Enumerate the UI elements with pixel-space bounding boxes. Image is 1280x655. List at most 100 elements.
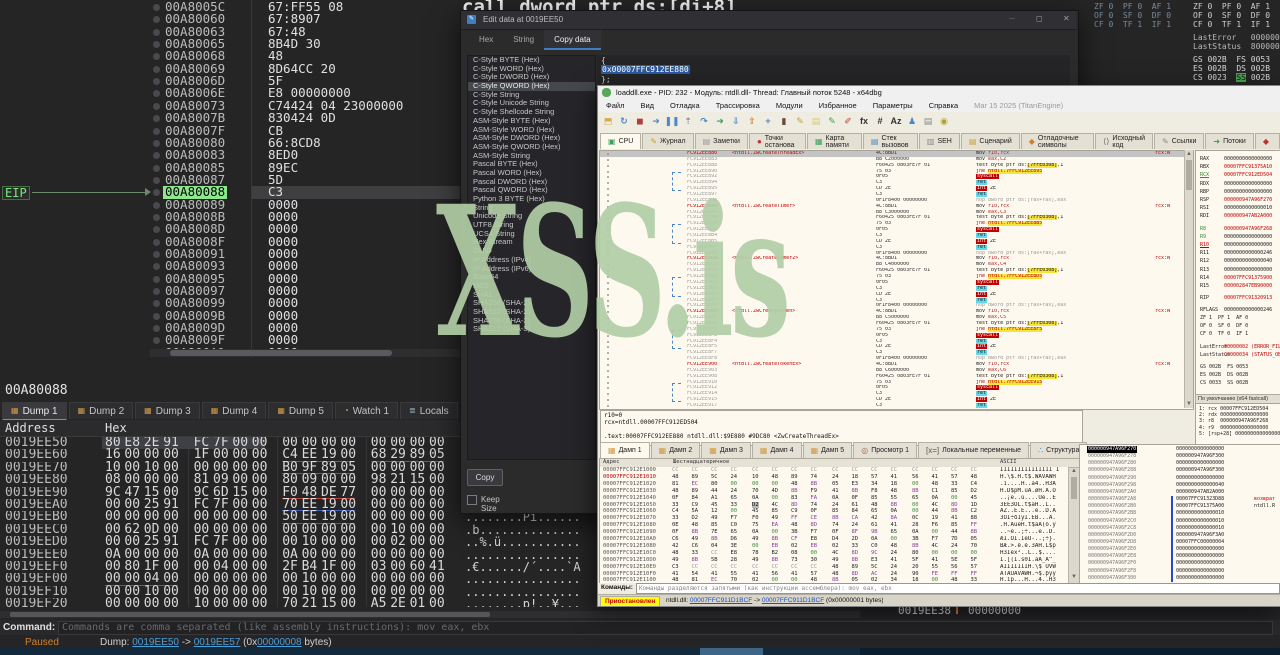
bg-tab-dump-4[interactable]: ▦Dump 4 [202, 402, 267, 419]
breakpoint-dot[interactable] [607, 288, 609, 290]
x64-tab-карта-памяти[interactable]: ▦Карта памяти [807, 133, 862, 149]
dump-row[interactable]: 00007FFC912E10B042C6043E00EB02EB0233C048… [600, 543, 1069, 550]
stack-row[interactable]: 000000947A96F2D800007FFC00000004 [1080, 539, 1280, 546]
breakpoint-dot[interactable] [153, 66, 160, 73]
toolbar-icon[interactable]: ❚❚ [665, 114, 679, 128]
toolbar-icon[interactable]: ◉ [937, 114, 951, 128]
stack-row[interactable]: 000000947A96F2700000000000000000 [1080, 446, 1280, 453]
bg-tab-locals[interactable]: ≣Locals [400, 402, 458, 419]
dump-row[interactable]: 00007FFC912E1060C45A12004585C90F8584650A… [600, 508, 1069, 515]
menu-модули[interactable]: Модули [768, 99, 811, 112]
breakpoint-dot[interactable] [153, 165, 160, 172]
breakpoint-dot[interactable] [153, 325, 160, 332]
x64-tab-ссылки[interactable]: ✎Ссылки [1154, 133, 1204, 149]
x64-tab-отладочные-символы[interactable]: ◆Отладочные символы [1021, 133, 1094, 149]
breakpoint-dot[interactable] [153, 239, 160, 246]
breakpoint-dot[interactable] [607, 241, 609, 243]
toolbar-icon[interactable]: ✎ [793, 114, 807, 128]
breakpoint-dot[interactable] [153, 115, 160, 122]
dump-hscrollbar[interactable] [0, 611, 860, 618]
breakpoint-dot[interactable] [607, 165, 609, 167]
x64-tab-cpu[interactable]: ▣CPU [600, 133, 641, 149]
breakpoint-dot[interactable] [607, 376, 609, 378]
menu-файл[interactable]: Файл [598, 99, 632, 112]
breakpoint-dot[interactable] [153, 300, 160, 307]
dump-pane[interactable]: 00007FFC912E1000CCCCCCCCCCCCCCCCCCCCCCCC… [599, 467, 1070, 584]
stack-row[interactable]: 000000947A96F288000000947A96F300 [1080, 467, 1280, 474]
toolbar-icon[interactable]: fx [857, 114, 871, 128]
stack-pane[interactable]: 000000947A96F270000000000000000000000094… [1079, 444, 1280, 585]
toolbar-icon[interactable]: ✐ [841, 114, 855, 128]
registers-pane[interactable]: RAX0000000000000000RBX00007FFC91375A10RC… [1195, 150, 1280, 396]
stack-row[interactable]: 000000947A96F2A0000000947AB2A000 [1080, 489, 1280, 496]
breakpoint-dot[interactable] [153, 214, 160, 221]
breakpoint-dot[interactable] [153, 140, 160, 147]
breakpoint-dot[interactable] [153, 202, 160, 209]
dump-row[interactable]: 00007FFC912E10900F8B7E650A003BF70F8F9B65… [600, 529, 1069, 536]
breakpoint-dot[interactable] [153, 16, 160, 23]
x64-tab-точки-останова[interactable]: ●Точки останова [749, 133, 806, 149]
bg-tab-dump-5[interactable]: ▦Dump 5 [268, 402, 333, 419]
breakpoint-dot[interactable] [607, 387, 609, 389]
stack-row[interactable]: 000000947A96F2E00000000000000000 [1080, 546, 1280, 553]
x64-dump-tab-дамп-4[interactable]: ▦Дамп 4 [752, 442, 802, 458]
x64-tab-icon[interactable]: ◆ [1255, 133, 1280, 149]
stack-row[interactable]: 000000947A96F278000000947A96F300 [1080, 453, 1280, 460]
disasm-vscrollbar[interactable]: ▲ ▼ [1184, 150, 1193, 408]
dump-row[interactable]: 00007FFC912E105033C94533D24C8D742461488B… [600, 502, 1069, 509]
toolbar-icon[interactable]: + [761, 114, 775, 128]
bg-tab-watch-1[interactable]: ◔Watch 1 [335, 402, 398, 419]
x64-dump-tab-просмотр-1[interactable]: ◎Просмотр 1 [853, 442, 917, 458]
dump-row[interactable]: 00007FFC912E1000CCCCCCCCCCCCCCCCCCCCCCCC… [600, 467, 1069, 474]
breakpoint-dot[interactable] [153, 263, 160, 270]
dialog-tab-hex[interactable]: Hex [469, 30, 503, 48]
stack-row[interactable]: 000000947A96F2800000000000000000 [1080, 460, 1280, 467]
breakpoint-dot[interactable] [607, 159, 609, 161]
breakpoint-dot[interactable] [607, 352, 609, 354]
breakpoint-dot[interactable] [607, 229, 609, 231]
status-link[interactable]: 00000008 [257, 637, 302, 648]
breakpoint-dot[interactable] [153, 78, 160, 85]
breakpoint-dot[interactable] [607, 382, 609, 384]
menu-вид[interactable]: Вид [632, 99, 662, 112]
x64-tab-потоки[interactable]: ➜Потоки [1205, 133, 1253, 149]
dump-row[interactable]: 00007FFC912E10F04154415541564157488DAC24… [600, 571, 1069, 578]
x64-dump-tab-дамп-5[interactable]: ▦Дамп 5 [803, 442, 853, 458]
toolbar-icon[interactable]: ⇩ [729, 114, 743, 128]
stack-row[interactable]: 000000947A96F2F80000000000000000 [1080, 568, 1280, 575]
x64-tab-seh[interactable]: ▥SEH [919, 133, 960, 149]
toolbar-icon[interactable]: ➜ [649, 114, 663, 128]
breakpoint-dot[interactable] [607, 317, 609, 319]
menu-отладка[interactable]: Отладка [662, 99, 708, 112]
breakpoint-dot[interactable] [607, 311, 609, 313]
toolbar-icon[interactable]: ⬒ [601, 114, 615, 128]
toolbar-icon[interactable]: ♟ [905, 114, 919, 128]
dump-row[interactable]: 00007FFC912E10A0C6498BD6498BCFE8D42D0A00… [600, 536, 1069, 543]
breakpoint-dot[interactable] [153, 4, 160, 11]
breakpoint-dot[interactable] [607, 329, 609, 331]
breakpoint-dot[interactable] [607, 253, 609, 255]
toolbar-icon[interactable]: # [873, 114, 887, 128]
breakpoint-dot[interactable] [607, 305, 609, 307]
dialog-tab-string[interactable]: String [503, 30, 544, 48]
menu-избранное[interactable]: Избранное [811, 99, 865, 112]
stack-row[interactable]: 000000947A96F3000000000000000000 [1080, 575, 1280, 582]
dump-row[interactable]: 00007FFC912E10C04833CCE878B208004C8D9C24… [600, 550, 1069, 557]
stack-row[interactable]: 000000947A96F2B80000000000000010 [1080, 510, 1280, 517]
status-link[interactable]: 0019EE50 [132, 637, 179, 648]
stack-row[interactable]: 000000947A96F2A800007FFC91323D88возврат [1080, 496, 1280, 503]
breakpoint-dot[interactable] [607, 194, 609, 196]
minimize-icon[interactable]: ─ [1009, 14, 1015, 23]
x64-tab-журнал[interactable]: ✎Журнал [642, 133, 693, 149]
breakpoint-dot[interactable] [153, 288, 160, 295]
x64-dump-tab-дамп-1[interactable]: ▦Дамп 1 [600, 442, 650, 458]
stack-row[interactable]: 000000947A96F2D0000000947A96F3A0 [1080, 532, 1280, 539]
breakpoint-dot[interactable] [153, 226, 160, 233]
dump-row[interactable]: 00007FFC912E10E0C3CCCCCCCCCCCCCC48895C24… [600, 564, 1069, 571]
breakpoint-dot[interactable] [607, 282, 609, 284]
breakpoint-dot[interactable] [153, 177, 160, 184]
cpu-disassembly-pane[interactable]: FC912EE880<ntdll.ZwCreateThreadEx>4C:8BD… [599, 150, 1194, 410]
breakpoint-dot[interactable] [607, 276, 609, 278]
dump-row[interactable]: 00007FFC912E10400F84A1650A0083FA0A0F8555… [600, 495, 1069, 502]
x64-tab-заметки[interactable]: ▤Заметки [695, 133, 748, 149]
